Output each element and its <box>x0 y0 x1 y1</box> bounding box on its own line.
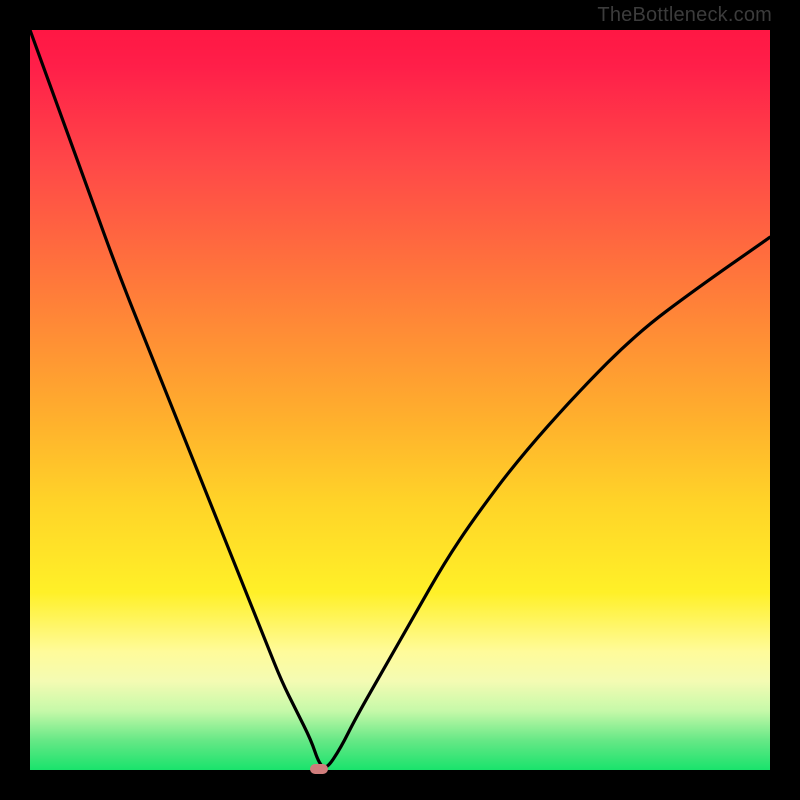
bottleneck-curve <box>30 30 770 770</box>
plot-area <box>30 30 770 770</box>
chart-frame: TheBottleneck.com <box>0 0 800 800</box>
watermark-text: TheBottleneck.com <box>597 4 772 27</box>
optimum-marker <box>310 764 328 774</box>
